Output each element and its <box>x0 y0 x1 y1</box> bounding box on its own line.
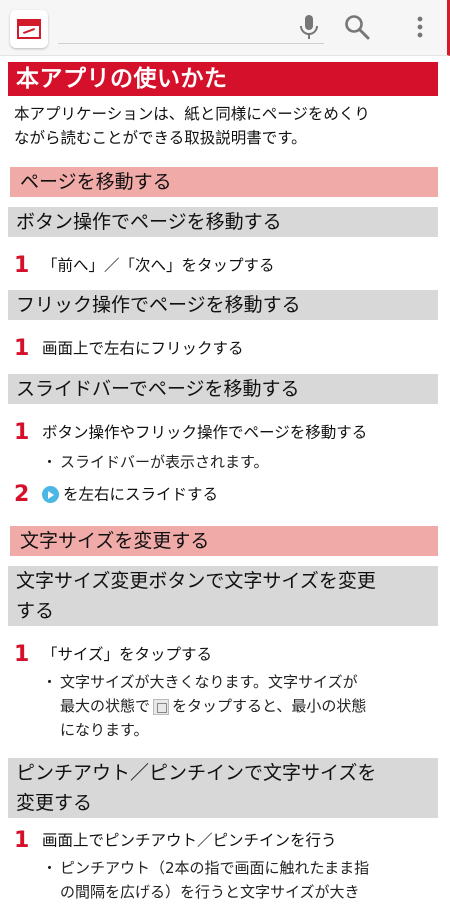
section-header-text-size: 文字サイズを変更する <box>10 526 438 556</box>
search-field[interactable] <box>58 43 324 44</box>
step-item: 1 「サイズ」をタップする <box>14 641 213 667</box>
subsection-header-button: ボタン操作でページを移動する <box>8 207 438 237</box>
intro-text: 本アプリケーションは、紙と同様にページをめくり ながら読むことができる取扱説明書… <box>14 105 370 147</box>
search-icon[interactable] <box>342 12 372 42</box>
size-button-icon <box>153 698 170 715</box>
manual-app-icon[interactable] <box>10 10 48 48</box>
section-header-page-move: ページを移動する <box>10 167 438 197</box>
step-item: 2 を左右にスライドする <box>14 481 219 507</box>
step-note: ピンチアウト（2本の指で画面に触れたまま指 の間隔を広げる）を行うと文字サイズが… <box>42 856 430 904</box>
step-item: 1 「前へ」／「次へ」をタップする <box>14 252 275 278</box>
step-item: 1 画面上でピンチアウト／ピンチインを行う <box>14 827 337 853</box>
subsection-header-pinch: ピンチアウト／ピンチインで文字サイズを 変更する <box>8 758 438 818</box>
subsection-header-slidebar: スライドバーでページを移動する <box>8 374 438 404</box>
step-note: 文字サイズが大きくなります。文字サイズが 最大の状態でをタップすると、最小の状態… <box>42 670 430 742</box>
subsection-header-size-button: 文字サイズ変更ボタンで文字サイズを変更 する <box>8 566 438 626</box>
more-vert-icon[interactable] <box>405 12 435 42</box>
page-title: 本アプリの使いかた <box>8 62 438 96</box>
subsection-header-flick: フリック操作でページを移動する <box>8 290 438 320</box>
step-item: 1 ボタン操作やフリック操作でページを移動する <box>14 419 368 445</box>
step-note: スライドバーが表示されます。 <box>42 450 430 474</box>
slide-arrow-icon <box>42 486 59 503</box>
app-bar <box>0 0 450 56</box>
mic-icon[interactable] <box>294 12 324 42</box>
step-item: 1 画面上で左右にフリックする <box>14 335 244 361</box>
